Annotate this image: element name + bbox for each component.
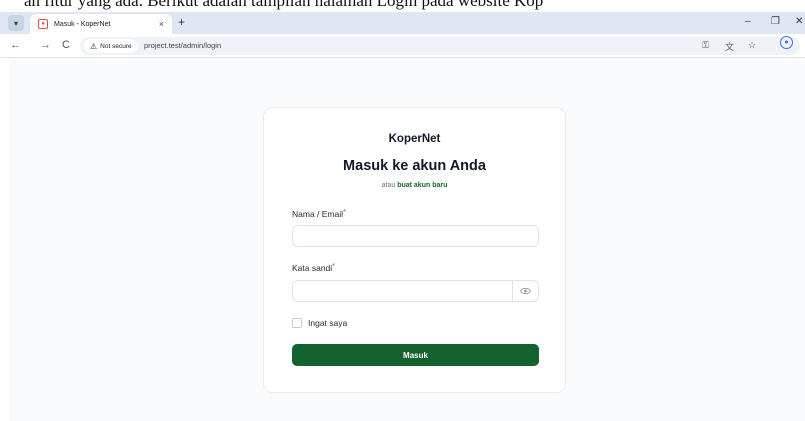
- url-text[interactable]: project.test/admin/login: [144, 41, 221, 50]
- password-field[interactable]: [293, 281, 512, 301]
- email-label-text: Nama / Email: [292, 209, 344, 219]
- document-caption: an fitur yang ada. Berikut adalah tampil…: [0, 0, 805, 12]
- tab-active[interactable]: ● Masuk - KoperNet ×: [30, 14, 172, 34]
- profile-icon[interactable]: ●: [780, 36, 793, 49]
- security-chip[interactable]: ⚠ Not secure: [84, 39, 138, 53]
- email-field[interactable]: [292, 225, 539, 247]
- translate-icon[interactable]: 文: [725, 40, 734, 53]
- tab-search-button[interactable]: ▾: [8, 15, 24, 31]
- star-icon[interactable]: ☆: [748, 40, 756, 51]
- caption-text: an fitur yang ada. Berikut adalah tampil…: [24, 0, 544, 10]
- password-toggle-button[interactable]: [512, 281, 538, 301]
- register-prompt: atau buat akun baru: [264, 182, 565, 189]
- minimize-button[interactable]: –: [745, 16, 751, 27]
- login-card: KoperNet Masuk ke akun Anda atau buat ak…: [263, 107, 566, 393]
- forward-button[interactable]: →: [40, 39, 51, 51]
- browser-toolbar: ← → C ⚠ Not secure project.test/admin/lo…: [0, 34, 805, 58]
- remember-checkbox[interactable]: [292, 318, 302, 328]
- eye-icon: [520, 287, 531, 295]
- reload-button[interactable]: C: [62, 39, 70, 51]
- key-icon[interactable]: ⚿: [702, 40, 709, 51]
- security-label: Not secure: [100, 42, 132, 50]
- password-field-wrapper: [292, 280, 539, 302]
- remember-label[interactable]: Ingat saya: [308, 318, 347, 328]
- warning-icon: ⚠: [90, 41, 98, 51]
- required-mark: *: [332, 263, 335, 270]
- chevron-down-icon: ▾: [13, 18, 18, 28]
- tab-strip: ▾ ● Masuk - KoperNet × + – ❐ ✕: [0, 12, 805, 34]
- or-text: atau: [381, 182, 396, 189]
- address-bar[interactable]: ⚠ Not secure project.test/admin/login ⚿ …: [80, 37, 800, 55]
- email-label: Nama / Email*: [292, 209, 346, 219]
- login-button[interactable]: Masuk: [292, 344, 539, 366]
- password-label-text: Kata sandi: [292, 263, 333, 273]
- back-button[interactable]: ←: [10, 39, 21, 51]
- page-viewport: KoperNet Masuk ke akun Anda atau buat ak…: [10, 58, 805, 421]
- new-tab-button[interactable]: +: [178, 15, 185, 29]
- tab-close-button[interactable]: ×: [159, 19, 164, 29]
- password-label: Kata sandi*: [292, 263, 335, 273]
- brand-name: KoperNet: [388, 133, 441, 145]
- close-window-button[interactable]: ✕: [795, 16, 803, 27]
- required-mark: *: [343, 209, 346, 216]
- page-title: Masuk ke akun Anda: [343, 158, 486, 174]
- restore-button[interactable]: ❐: [771, 16, 780, 27]
- site-favicon-icon: ●: [38, 19, 48, 29]
- register-link[interactable]: buat akun baru: [397, 182, 447, 189]
- tab-title: Masuk - KoperNet: [54, 20, 111, 28]
